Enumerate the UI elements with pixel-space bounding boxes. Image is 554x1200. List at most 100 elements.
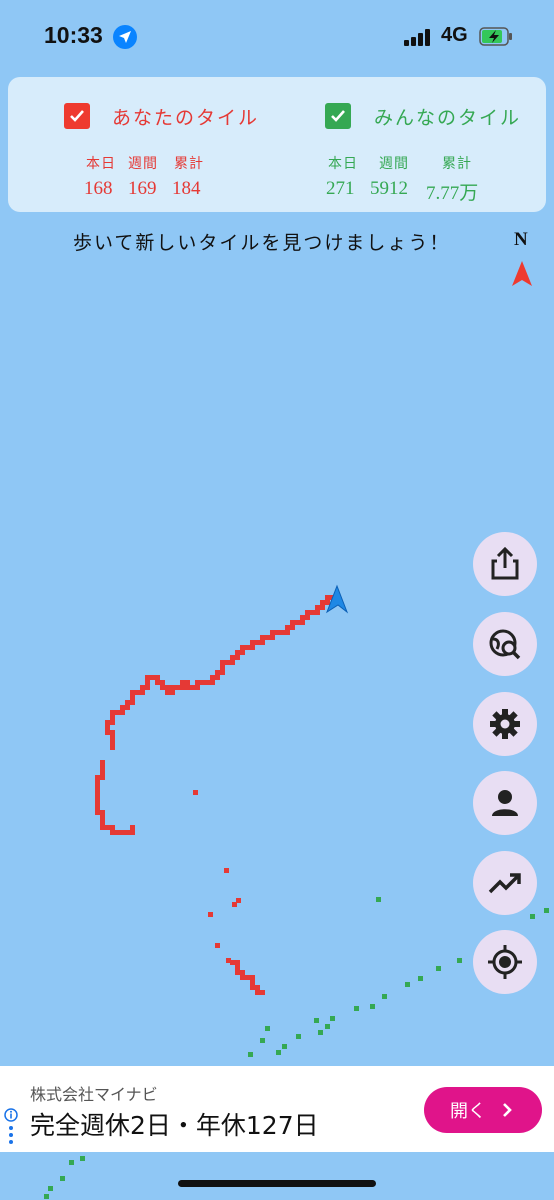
map-tile bbox=[170, 690, 175, 695]
map-tile bbox=[165, 685, 170, 690]
map-tile bbox=[235, 650, 240, 655]
map-tile bbox=[190, 685, 195, 690]
map-tile bbox=[250, 980, 255, 985]
map-tile bbox=[155, 675, 160, 680]
map-tile bbox=[245, 645, 250, 650]
ranking-button[interactable] bbox=[473, 851, 537, 915]
locate-me-button[interactable] bbox=[473, 930, 537, 994]
map-tile bbox=[210, 675, 215, 680]
ad-open-label: 開く bbox=[450, 1101, 486, 1122]
settings-button[interactable] bbox=[473, 692, 537, 756]
explore-button[interactable] bbox=[473, 612, 537, 676]
map-tile bbox=[295, 620, 300, 625]
map-tile bbox=[305, 610, 310, 615]
map-tile bbox=[275, 630, 280, 635]
map-tile bbox=[255, 985, 260, 990]
map-tile bbox=[170, 685, 175, 690]
map-tile bbox=[125, 705, 130, 710]
map-tile bbox=[95, 790, 100, 795]
map-tile bbox=[110, 825, 115, 830]
map-tile bbox=[250, 645, 255, 650]
map-tile bbox=[165, 690, 170, 695]
locate-icon bbox=[488, 945, 522, 979]
map-tile bbox=[318, 1030, 323, 1035]
map-tile bbox=[115, 710, 120, 715]
share-button[interactable] bbox=[473, 532, 537, 596]
map-tile bbox=[220, 665, 225, 670]
map-tile bbox=[105, 720, 110, 725]
tile-map[interactable] bbox=[0, 0, 554, 1200]
map-tile bbox=[296, 1034, 301, 1039]
my-tiles-layer bbox=[95, 595, 335, 995]
map-tile bbox=[376, 897, 381, 902]
share-icon bbox=[491, 547, 519, 580]
map-tile bbox=[110, 735, 115, 740]
map-tile bbox=[250, 640, 255, 645]
map-tile bbox=[100, 825, 105, 830]
map-tile bbox=[220, 670, 225, 675]
map-tile bbox=[250, 975, 255, 980]
map-tile bbox=[105, 725, 110, 730]
map-tile bbox=[310, 610, 315, 615]
map-tile bbox=[130, 700, 135, 705]
map-tile bbox=[255, 990, 260, 995]
map-tile bbox=[235, 960, 240, 965]
map-tile bbox=[224, 868, 229, 873]
map-tile bbox=[110, 710, 115, 715]
map-tile bbox=[320, 605, 325, 610]
map-tile bbox=[270, 630, 275, 635]
map-tile bbox=[255, 640, 260, 645]
map-tile bbox=[135, 690, 140, 695]
map-tile bbox=[145, 680, 150, 685]
map-tile bbox=[235, 655, 240, 660]
map-tile bbox=[195, 685, 200, 690]
map-tile bbox=[44, 1194, 49, 1199]
map-tile bbox=[305, 615, 310, 620]
map-tile bbox=[265, 1026, 270, 1031]
trending-icon bbox=[488, 873, 521, 894]
map-tile bbox=[325, 600, 330, 605]
map-tile bbox=[240, 645, 245, 650]
map-tile bbox=[285, 630, 290, 635]
map-tile bbox=[248, 1052, 253, 1057]
map-tile bbox=[60, 1176, 65, 1181]
map-tile bbox=[285, 625, 290, 630]
map-tile bbox=[260, 635, 265, 640]
ad-open-button[interactable]: 開く bbox=[424, 1087, 542, 1133]
everyone-tiles-layer bbox=[44, 897, 549, 1199]
gear-icon bbox=[490, 709, 520, 739]
ad-banner[interactable]: 株式会社マイナビ 完全週休2日・年休127日 開く bbox=[0, 1066, 554, 1152]
map-tile bbox=[115, 830, 120, 835]
map-tile bbox=[280, 630, 285, 635]
map-tile bbox=[130, 825, 135, 830]
map-tile bbox=[300, 615, 305, 620]
home-indicator[interactable] bbox=[178, 1180, 376, 1187]
map-tile bbox=[215, 943, 220, 948]
map-tile bbox=[325, 595, 330, 600]
map-tile bbox=[95, 780, 100, 785]
person-icon bbox=[492, 790, 518, 816]
globe-search-icon bbox=[489, 629, 521, 660]
map-tile bbox=[100, 820, 105, 825]
map-tile bbox=[215, 675, 220, 680]
profile-button[interactable] bbox=[473, 771, 537, 835]
map-tile bbox=[95, 785, 100, 790]
map-tile bbox=[130, 695, 135, 700]
chevron-right-icon bbox=[503, 1103, 512, 1117]
map-tile bbox=[105, 825, 110, 830]
map-tile bbox=[232, 902, 237, 907]
map-tile bbox=[145, 685, 150, 690]
map-tile bbox=[95, 805, 100, 810]
map-tile bbox=[382, 994, 387, 999]
map-tile bbox=[418, 976, 423, 981]
map-tile bbox=[120, 710, 125, 715]
map-tile bbox=[95, 810, 100, 815]
map-tile bbox=[100, 765, 105, 770]
map-tile bbox=[105, 730, 110, 735]
map-tile bbox=[155, 680, 160, 685]
map-tile bbox=[193, 790, 198, 795]
map-tile bbox=[282, 1044, 287, 1049]
map-tile bbox=[230, 655, 235, 660]
ad-info-icon[interactable] bbox=[4, 1108, 18, 1148]
map-tile bbox=[240, 970, 245, 975]
